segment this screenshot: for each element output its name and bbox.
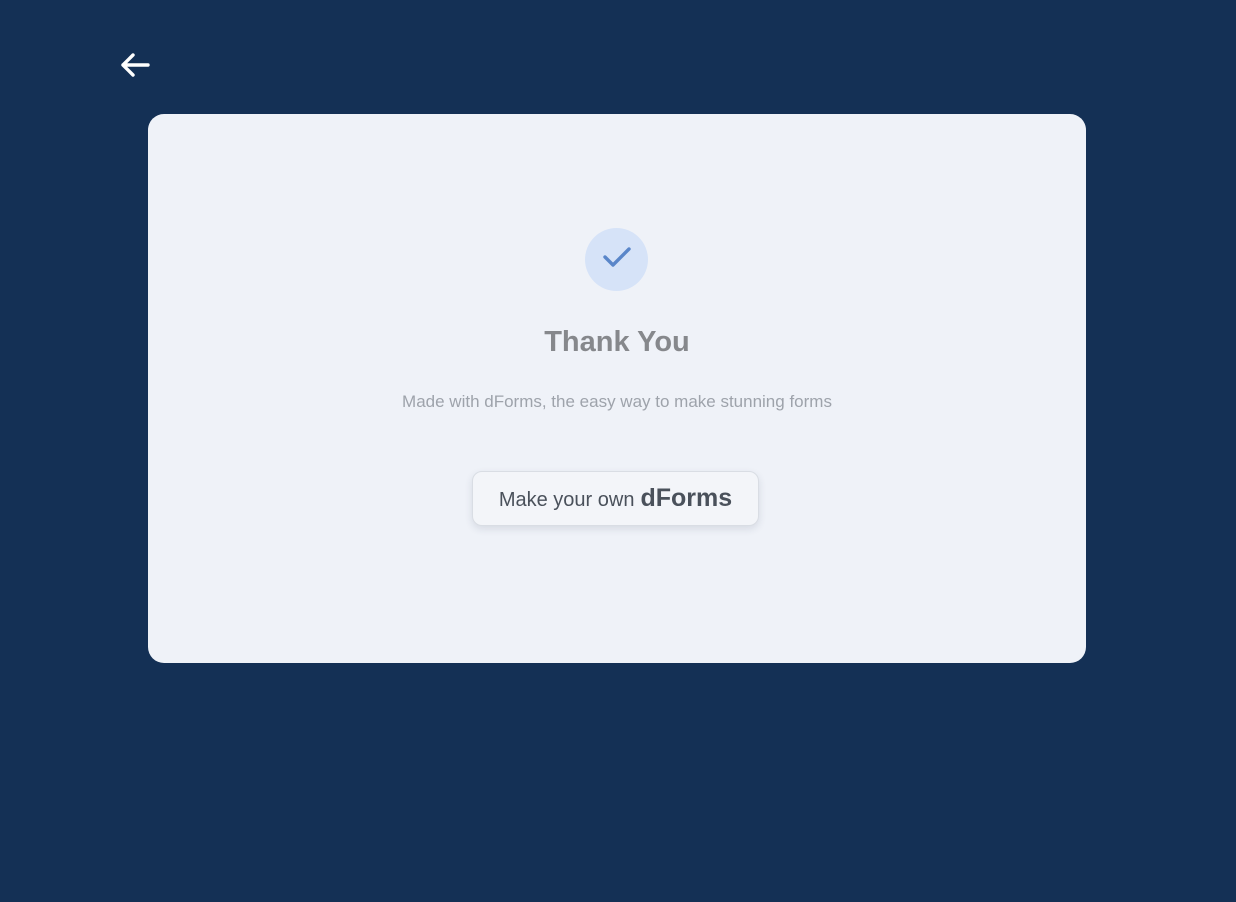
page: Thank You Made with dForms, the easy way… bbox=[0, 0, 1236, 902]
arrow-left-icon bbox=[120, 52, 150, 78]
make-your-own-button[interactable]: Make your own dForms bbox=[472, 471, 759, 526]
back-button[interactable] bbox=[118, 50, 152, 80]
subtitle-text: Made with dForms, the easy way to make s… bbox=[402, 392, 832, 411]
brand-name: dForms bbox=[640, 484, 733, 512]
page-title: Thank You bbox=[544, 326, 690, 358]
check-icon bbox=[602, 245, 632, 274]
success-badge bbox=[585, 228, 648, 291]
thank-you-card: Thank You Made with dForms, the easy way… bbox=[148, 114, 1086, 663]
cta-label: Make your own bbox=[498, 488, 635, 511]
